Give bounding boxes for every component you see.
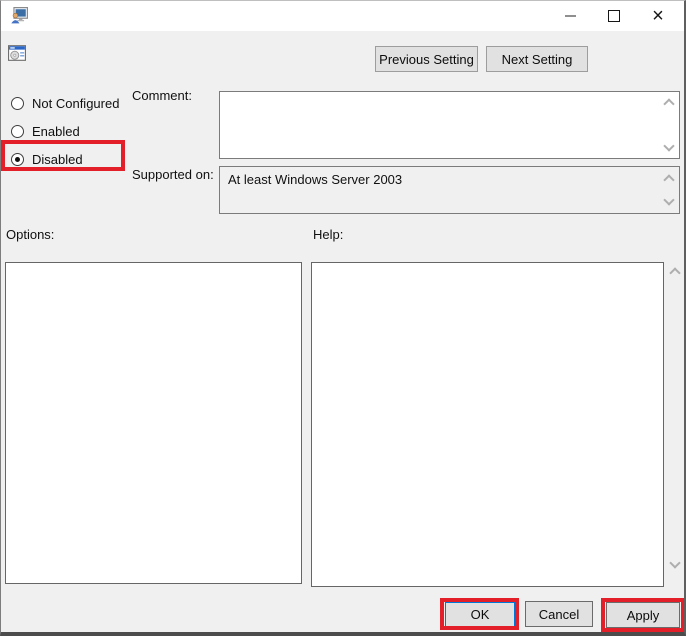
radio-not-configured[interactable]: Not Configured [11,93,119,113]
radio-label: Disabled [32,151,83,167]
next-setting-button[interactable]: Next Setting [486,46,588,72]
help-scrollbar[interactable] [666,263,683,585]
scroll-down-icon[interactable] [669,557,681,569]
title-bar: × [1,1,684,31]
group-policy-user-icon [11,7,28,24]
help-label: Help: [313,227,344,242]
supported-on-value: At least Windows Server 2003 [228,172,403,187]
close-button[interactable]: × [636,1,680,31]
supported-on-label: Supported on: [132,167,214,182]
maximize-button[interactable] [592,1,636,31]
radio-label: Not Configured [32,95,120,111]
previous-setting-button[interactable]: Previous Setting [375,46,478,72]
radio-icon [11,124,24,138]
comment-textarea[interactable] [219,91,680,159]
scroll-up-icon[interactable] [663,98,675,110]
policy-setting-icon [8,45,26,61]
radio-enabled[interactable]: Enabled [11,121,80,141]
close-icon: × [652,5,664,27]
options-label: Options: [6,227,55,242]
minimize-button[interactable] [548,1,592,31]
apply-button[interactable]: Apply [606,602,680,628]
maximize-icon [608,10,620,22]
scroll-down-icon[interactable] [663,140,675,152]
help-pane[interactable] [311,262,664,587]
supported-on-field: At least Windows Server 2003 [219,166,680,214]
cancel-button[interactable]: Cancel [525,601,593,627]
policy-setting-dialog: × Previous Setting Next Setting Not Conf… [0,0,686,636]
scroll-down-icon[interactable] [663,194,675,206]
radio-selected-icon [11,152,24,166]
radio-label: Enabled [32,123,80,139]
window-controls: × [548,1,680,31]
radio-icon [11,96,24,110]
radio-disabled[interactable]: Disabled [11,149,83,169]
options-pane[interactable] [5,262,302,584]
minimize-icon [564,15,576,17]
scroll-up-icon[interactable] [663,174,675,186]
scroll-up-icon[interactable] [669,267,681,279]
comment-label: Comment: [132,88,192,103]
ok-button[interactable]: OK [445,602,515,627]
